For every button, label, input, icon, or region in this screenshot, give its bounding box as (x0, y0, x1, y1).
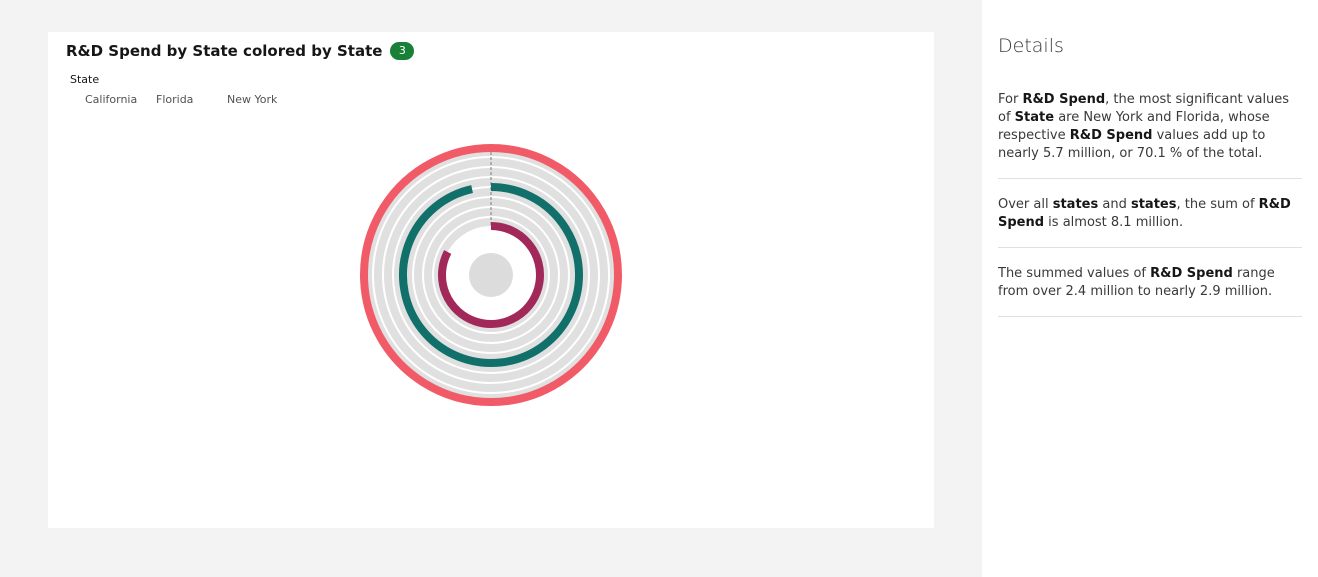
insight-text: Over all states and states, the sum of R… (998, 196, 1302, 248)
insight-emphasis: states (1130, 197, 1177, 212)
details-title: Details (998, 35, 1064, 57)
center-disc (469, 253, 513, 297)
insight-run: is almost 8.1 million. (1044, 215, 1184, 230)
insight-emphasis: states (1052, 197, 1099, 212)
insight-run: Over all (998, 197, 1053, 212)
insight-text: For R&D Spend, the most significant valu… (998, 91, 1302, 179)
insight-run: , the sum of (1176, 197, 1259, 212)
insight-emphasis: R&D Spend (1150, 266, 1233, 281)
insight-emphasis: State (1014, 110, 1055, 125)
insight-text: The summed values of R&D Spend range fro… (998, 265, 1302, 317)
insight-run: For (998, 92, 1023, 107)
radial-bar-chart (360, 144, 622, 406)
insight-run: and (1098, 197, 1131, 212)
details-panel: Details For R&D Spend, the most signific… (982, 0, 1318, 577)
insight-run: The summed values of (998, 266, 1151, 281)
insight-emphasis: R&D Spend (1022, 92, 1106, 107)
insight-emphasis: R&D Spend (1069, 128, 1153, 143)
chart-card: R&D Spend by State colored by State 3 St… (48, 32, 934, 528)
